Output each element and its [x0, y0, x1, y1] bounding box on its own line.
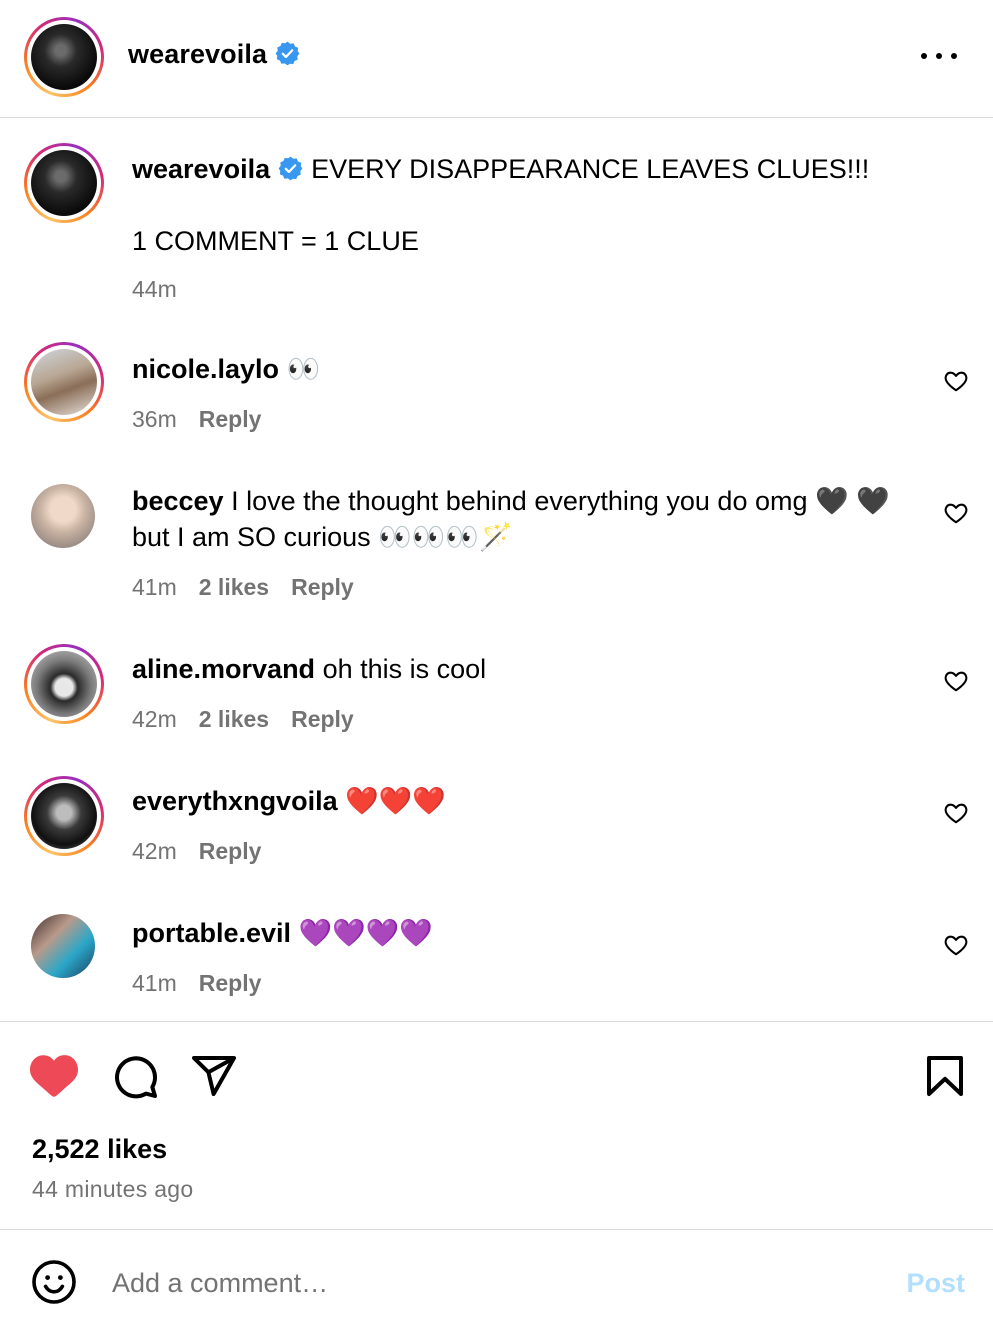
caption-time: 44m	[132, 276, 177, 302]
comment-time: 41m	[132, 970, 177, 996]
smiley-icon[interactable]	[30, 1258, 78, 1306]
post-header: wearevoila	[0, 0, 993, 118]
comment-time: 36m	[132, 406, 177, 432]
bookmark-icon[interactable]	[921, 1052, 969, 1100]
comment-time: 42m	[132, 838, 177, 864]
caption-meta: 44m	[132, 276, 199, 303]
comment-time: 41m	[132, 574, 177, 600]
comment-meta: 36m Reply	[132, 406, 283, 433]
header-username-row: wearevoila	[128, 39, 300, 70]
comment-likes[interactable]: 2 likes	[199, 706, 269, 732]
comment-body: 💜💜💜💜	[298, 918, 434, 948]
header-avatar[interactable]	[24, 17, 104, 97]
comment-meta: 42m Reply	[132, 838, 283, 865]
comment-username[interactable]: nicole.laylo	[132, 354, 279, 384]
comment-meta: 42m 2 likes Reply	[132, 706, 376, 733]
comment-item: beccey I love the thought behind everyth…	[0, 482, 993, 612]
caption-username[interactable]: wearevoila	[132, 154, 270, 184]
caption-line-2: 1 COMMENT = 1 CLUE	[132, 226, 419, 256]
caption-avatar[interactable]	[24, 143, 104, 223]
comment-avatar[interactable]	[24, 342, 104, 422]
comment-username[interactable]: portable.evil	[132, 918, 291, 948]
comment-composer: Post	[0, 1230, 993, 1335]
comment-text: everythxngvoila ❤️❤️❤️	[132, 783, 903, 819]
like-comment-heart-icon[interactable]	[943, 500, 969, 526]
header-username[interactable]: wearevoila	[128, 39, 267, 69]
paper-plane-icon[interactable]	[190, 1052, 238, 1100]
post-button[interactable]: Post	[906, 1268, 965, 1299]
comment-item: nicole.laylo 👀 36m Reply	[0, 342, 993, 452]
caption-line-1: EVERY DISAPPEARANCE LEAVES CLUES!!!	[311, 154, 870, 184]
like-comment-heart-icon[interactable]	[943, 932, 969, 958]
reply-button[interactable]: Reply	[291, 574, 354, 600]
comment-likes[interactable]: 2 likes	[199, 574, 269, 600]
post-time-ago: 44 minutes ago	[32, 1176, 194, 1202]
post-comments-panel: wearevoila wearevoila EVERY DISAPPEARANCE…	[0, 0, 993, 1335]
comment-item: portable.evil 💜💜💜💜 41m Reply	[0, 914, 993, 1014]
comment-avatar[interactable]	[31, 914, 95, 978]
comment-text: portable.evil 💜💜💜💜	[132, 915, 903, 951]
comment-username[interactable]: everythxngvoila	[132, 786, 338, 816]
comment-text: nicole.laylo 👀	[132, 351, 903, 387]
comment-avatar[interactable]	[24, 644, 104, 724]
reply-button[interactable]: Reply	[291, 706, 354, 732]
more-options-button[interactable]	[921, 44, 957, 68]
verified-badge-icon	[278, 156, 303, 181]
comment-text: beccey I love the thought behind everyth…	[132, 483, 903, 555]
reply-button[interactable]: Reply	[199, 406, 262, 432]
comment-item: everythxngvoila ❤️❤️❤️ 42m Reply	[0, 774, 993, 884]
comment-body: I love the thought behind everything you…	[132, 486, 890, 552]
more-horizontal-icon	[921, 53, 927, 59]
verified-badge-icon	[275, 41, 300, 66]
reply-button[interactable]: Reply	[199, 970, 262, 996]
comment-text: aline.morvand oh this is cool	[132, 651, 903, 687]
like-comment-heart-icon[interactable]	[943, 800, 969, 826]
comment-bubble-icon[interactable]	[111, 1052, 159, 1100]
comment-meta: 41m Reply	[132, 970, 283, 997]
comment-body: oh this is cool	[322, 654, 487, 684]
comment-avatar[interactable]	[24, 776, 104, 856]
comment-username[interactable]: beccey	[132, 486, 224, 516]
likes-count[interactable]: 2,522 likes	[32, 1134, 167, 1165]
like-comment-heart-icon[interactable]	[943, 668, 969, 694]
comment-meta: 41m 2 likes Reply	[132, 574, 376, 601]
like-comment-heart-icon[interactable]	[943, 368, 969, 394]
post-actions: 2,522 likes 44 minutes ago	[0, 1021, 993, 1230]
comment-username[interactable]: aline.morvand	[132, 654, 315, 684]
comment-body: ❤️❤️❤️	[345, 786, 446, 816]
post-caption: wearevoila EVERY DISAPPEARANCE LEAVES CLU…	[0, 118, 993, 318]
comment-avatar[interactable]	[31, 484, 95, 548]
comment-input[interactable]	[112, 1260, 872, 1306]
comment-time: 42m	[132, 706, 177, 732]
comment-item: aline.morvand oh this is cool 42m 2 likes…	[0, 642, 993, 752]
heart-filled-icon[interactable]	[30, 1052, 78, 1100]
reply-button[interactable]: Reply	[199, 838, 262, 864]
comment-body: 👀	[286, 354, 321, 384]
caption-text: wearevoila EVERY DISAPPEARANCE LEAVES CLU…	[132, 151, 903, 187]
